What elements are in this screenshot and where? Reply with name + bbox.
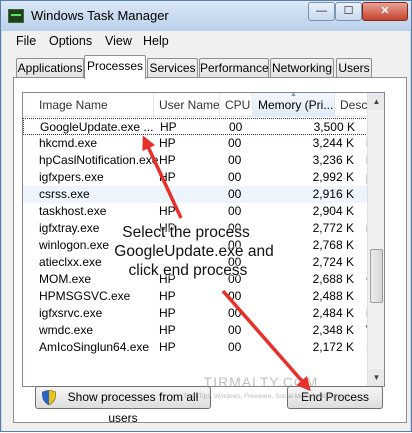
window-title: Windows Task Manager xyxy=(31,8,169,23)
process-cpu: 00 xyxy=(228,170,242,184)
minimize-button[interactable]: — xyxy=(308,2,335,21)
process-user: HP xyxy=(159,136,176,150)
process-user: HP xyxy=(159,153,176,167)
process-memory: 2,904 K xyxy=(312,204,354,218)
process-memory: 2,916 K xyxy=(312,187,354,201)
process-row[interactable]: HPMSGSVC.exeHP002,488 KHPMSG xyxy=(23,288,384,305)
process-memory: 3,500 K xyxy=(313,120,355,134)
watermark-tagline: Tech Tips, Windows, Freeware, Social Med… xyxy=(183,393,349,400)
tab-networking[interactable]: Networking xyxy=(270,58,334,78)
process-name: igfxsrvc.exe xyxy=(39,306,103,320)
process-row[interactable]: csrss.exe 00 2,916 K xyxy=(23,186,368,203)
process-memory: 2,484 K xyxy=(312,306,354,320)
tab-performance[interactable]: Performance xyxy=(199,58,269,78)
process-row[interactable]: wmdc.exeHP002,348 KWindo xyxy=(23,322,384,339)
process-cpu: 00 xyxy=(228,136,242,150)
process-name: taskhost.exe xyxy=(39,204,107,218)
menu-options[interactable]: Options xyxy=(49,34,92,48)
process-name: hkcmd.exe xyxy=(39,136,98,150)
menu-view[interactable]: View xyxy=(105,34,132,48)
column-memory[interactable]: ▲ Memory (Pri... xyxy=(253,93,335,117)
process-name: hpCaslNotification.exe xyxy=(39,153,159,167)
tab-users[interactable]: Users xyxy=(336,58,372,78)
title-bar[interactable]: Windows Task Manager — ☐ ✕ xyxy=(1,1,411,31)
instruction-line-1: Select the process xyxy=(122,224,250,241)
watermark: TIRMALTY.COM xyxy=(203,374,319,390)
process-row[interactable]: GoogleUpdate.exe ...HP003,500 KGoogle xyxy=(23,118,384,135)
process-name: AmIcoSinglun64.exe xyxy=(39,340,150,354)
process-memory: 3,244 K xyxy=(312,136,354,150)
process-cpu: 00 xyxy=(228,340,242,354)
process-name: GoogleUpdate.exe ... xyxy=(40,120,154,134)
process-name: igfxpers.exe xyxy=(39,170,104,184)
column-header-row: Image Name User Name CPU ▲ Memory (Pri..… xyxy=(23,93,374,117)
tab-applications[interactable]: Applications xyxy=(16,58,84,78)
process-user: HP xyxy=(159,170,176,184)
process-cpu: 00 xyxy=(228,289,242,303)
process-row[interactable]: igfxpers.exeHP002,992 Kpersis xyxy=(23,169,384,186)
process-cpu: 00 xyxy=(228,323,242,337)
process-row[interactable]: taskhost.exeHP002,904 KHost P xyxy=(23,203,384,220)
process-row[interactable]: hpCaslNotification.exeHP003,236 KhpCas xyxy=(23,152,384,169)
process-memory: 2,348 K xyxy=(312,323,354,337)
scrollbar-thumb[interactable] xyxy=(370,249,383,303)
process-name: csrss.exe xyxy=(39,187,90,201)
column-image-name[interactable]: Image Name xyxy=(23,93,154,117)
process-user: HP xyxy=(159,340,176,354)
process-cpu: 00 xyxy=(228,153,242,167)
process-user: HP xyxy=(160,120,177,134)
process-cpu: 00 xyxy=(228,204,242,218)
process-memory: 2,488 K xyxy=(312,289,354,303)
sort-up-icon: ▲ xyxy=(290,93,297,98)
scroll-up-icon[interactable]: ▲ xyxy=(368,93,384,110)
menu-file[interactable]: File xyxy=(16,34,36,48)
process-cpu: 00 xyxy=(228,187,242,201)
task-manager-window: Windows Task Manager — ☐ ✕ File Options … xyxy=(0,0,412,432)
process-user: HP xyxy=(159,323,176,337)
process-memory: 2,992 K xyxy=(312,170,354,184)
close-button[interactable]: ✕ xyxy=(362,2,408,21)
vertical-scrollbar[interactable]: ▲ ▼ xyxy=(367,93,384,386)
column-user-name[interactable]: User Name xyxy=(154,93,220,117)
menu-help[interactable]: Help xyxy=(143,34,169,48)
column-memory-label: Memory (Pri... xyxy=(258,98,334,112)
process-memory: 3,236 K xyxy=(312,153,354,167)
process-cpu: 00 xyxy=(229,120,243,134)
process-memory: 2,172 K xyxy=(312,340,354,354)
maximize-button[interactable]: ☐ xyxy=(335,2,362,21)
tab-processes[interactable]: Processes xyxy=(84,55,146,79)
process-user: HP xyxy=(159,306,176,320)
process-name: HPMSGSVC.exe xyxy=(39,289,131,303)
process-user: HP xyxy=(159,204,176,218)
tab-services[interactable]: Services xyxy=(147,58,198,78)
task-manager-icon xyxy=(8,9,24,23)
menu-bar: File Options View Help xyxy=(2,31,410,51)
process-user: HP xyxy=(159,289,176,303)
process-name: wmdc.exe xyxy=(39,323,94,337)
instruction-line-3: click end process xyxy=(128,262,248,279)
process-row[interactable]: igfxsrvc.exeHP002,484 Kigfxsr xyxy=(23,305,384,322)
process-memory: 2,688 K xyxy=(312,272,354,286)
process-row[interactable]: hkcmd.exeHP003,244 Khkcmd. xyxy=(23,135,384,152)
instruction-line-2: GoogleUpdate.exe and xyxy=(114,243,274,260)
column-cpu[interactable]: CPU xyxy=(220,93,253,117)
process-row[interactable]: AmIcoSinglun64.exeHP002,172 KSingle xyxy=(23,339,384,356)
uac-shield-icon xyxy=(42,390,56,405)
process-cpu: 00 xyxy=(228,306,242,320)
process-memory: 2,772 K xyxy=(312,221,354,235)
